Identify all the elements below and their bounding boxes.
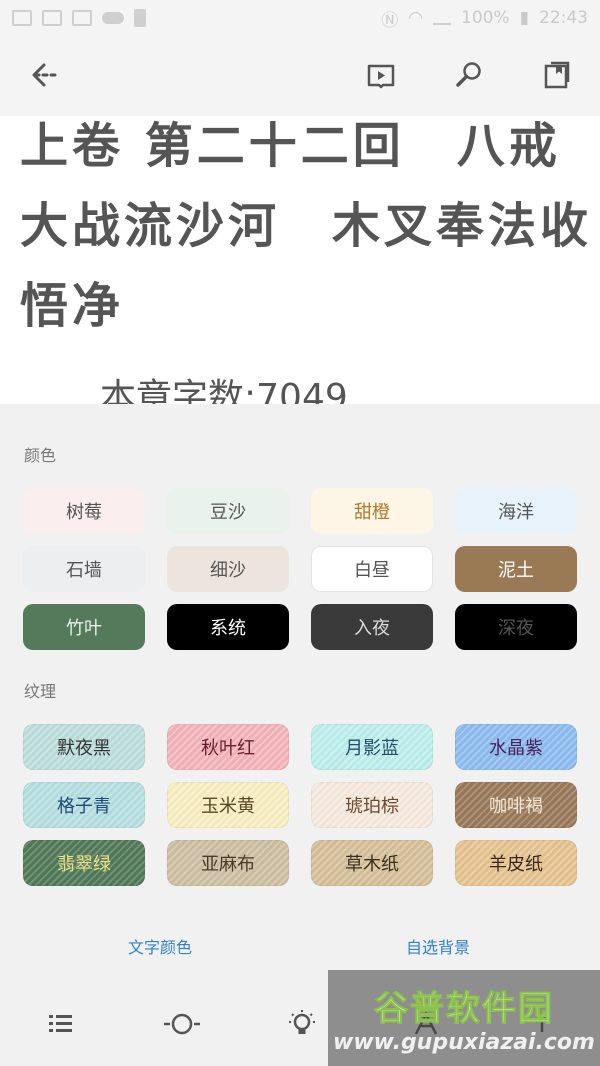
battery-text: 100% bbox=[461, 8, 510, 28]
clock: 22:43 bbox=[539, 8, 588, 28]
lightbulb-icon[interactable] bbox=[286, 1008, 318, 1040]
chapter-wordcount: 本章字数:7049 bbox=[100, 377, 348, 404]
reading-content: 上卷 第二十二回 八戒大战流沙河 木叉奉法收悟净 本章字数:7049 bbox=[0, 116, 600, 404]
document-icon bbox=[72, 10, 92, 26]
image-icon bbox=[42, 10, 62, 26]
wifi-icon: ◠ bbox=[408, 8, 424, 28]
color-chip-5[interactable]: 细沙 bbox=[167, 546, 289, 592]
texture-chip-7[interactable]: 咖啡褐 bbox=[455, 782, 577, 828]
texture-chip-5[interactable]: 玉米黄 bbox=[167, 782, 289, 828]
color-chip-7[interactable]: 泥土 bbox=[455, 546, 577, 592]
background-settings-panel: 颜色 树莓 豆沙 甜橙 海洋石墙 细沙 白昼 泥土竹叶 系统 入夜 深夜 纹理 默夜黑 秋叶红 月影蓝… bbox=[0, 404, 600, 1066]
texture-chip-4[interactable]: 格子青 bbox=[23, 782, 145, 828]
color-chip-4[interactable]: 石墙 bbox=[23, 546, 145, 592]
status-bar: Ⓝ ◠ 100% ▮ 22:43 bbox=[0, 0, 600, 36]
back-arrow-icon[interactable] bbox=[28, 60, 62, 90]
watermark-title: 谷普软件园 bbox=[374, 989, 554, 1030]
color-chip-11[interactable]: 深夜 bbox=[455, 604, 577, 650]
list-icon[interactable] bbox=[44, 1008, 76, 1040]
color-chip-9[interactable]: 系统 bbox=[167, 604, 289, 650]
mail-icon bbox=[12, 10, 32, 26]
watermark-url: www.gupuxiazai.com bbox=[333, 1030, 595, 1055]
texture-chip-2[interactable]: 月影蓝 bbox=[311, 724, 433, 770]
cloud-icon bbox=[102, 12, 124, 24]
brightness-icon[interactable] bbox=[162, 1008, 202, 1040]
color-chip-10[interactable]: 入夜 bbox=[311, 604, 433, 650]
texture-chip-9[interactable]: 亚麻布 bbox=[167, 840, 289, 886]
texture-chip-11[interactable]: 羊皮纸 bbox=[455, 840, 577, 886]
texture-chip-0[interactable]: 默夜黑 bbox=[23, 724, 145, 770]
text-color-button[interactable]: 文字颜色 bbox=[128, 934, 192, 958]
sd-card-icon bbox=[134, 9, 146, 27]
custom-background-button[interactable]: 自选背景 bbox=[406, 934, 470, 958]
color-chip-2[interactable]: 甜橙 bbox=[311, 488, 433, 534]
status-left-icons bbox=[12, 9, 146, 27]
texture-chip-1[interactable]: 秋叶红 bbox=[167, 724, 289, 770]
color-chip-1[interactable]: 豆沙 bbox=[167, 488, 289, 534]
color-chip-8[interactable]: 竹叶 bbox=[23, 604, 145, 650]
texture-section-label: 纹理 bbox=[24, 682, 57, 701]
signal-icon bbox=[433, 11, 452, 25]
texture-chip-8[interactable]: 翡翠绿 bbox=[23, 840, 145, 886]
watermark: 谷普软件园 www.gupuxiazai.com bbox=[328, 970, 600, 1066]
texture-chip-10[interactable]: 草木纸 bbox=[311, 840, 433, 886]
app-bar bbox=[0, 36, 600, 116]
book-icon[interactable] bbox=[366, 60, 396, 90]
color-chip-0[interactable]: 树莓 bbox=[23, 488, 145, 534]
chapter-title: 上卷 第二十二回 八戒大战流沙河 木叉奉法收悟净 bbox=[20, 118, 593, 334]
status-right: Ⓝ ◠ 100% ▮ 22:43 bbox=[381, 6, 588, 31]
color-chip-6[interactable]: 白昼 bbox=[311, 546, 433, 592]
battery-icon: ▮ bbox=[519, 8, 529, 28]
texture-chip-6[interactable]: 琥珀棕 bbox=[311, 782, 433, 828]
texture-chip-3[interactable]: 水晶紫 bbox=[455, 724, 577, 770]
nfc-icon: Ⓝ bbox=[381, 10, 399, 31]
color-chip-3[interactable]: 海洋 bbox=[455, 488, 577, 534]
bookmark-icon[interactable] bbox=[542, 60, 572, 90]
search-icon[interactable] bbox=[454, 60, 484, 90]
color-section-label: 颜色 bbox=[24, 446, 57, 465]
